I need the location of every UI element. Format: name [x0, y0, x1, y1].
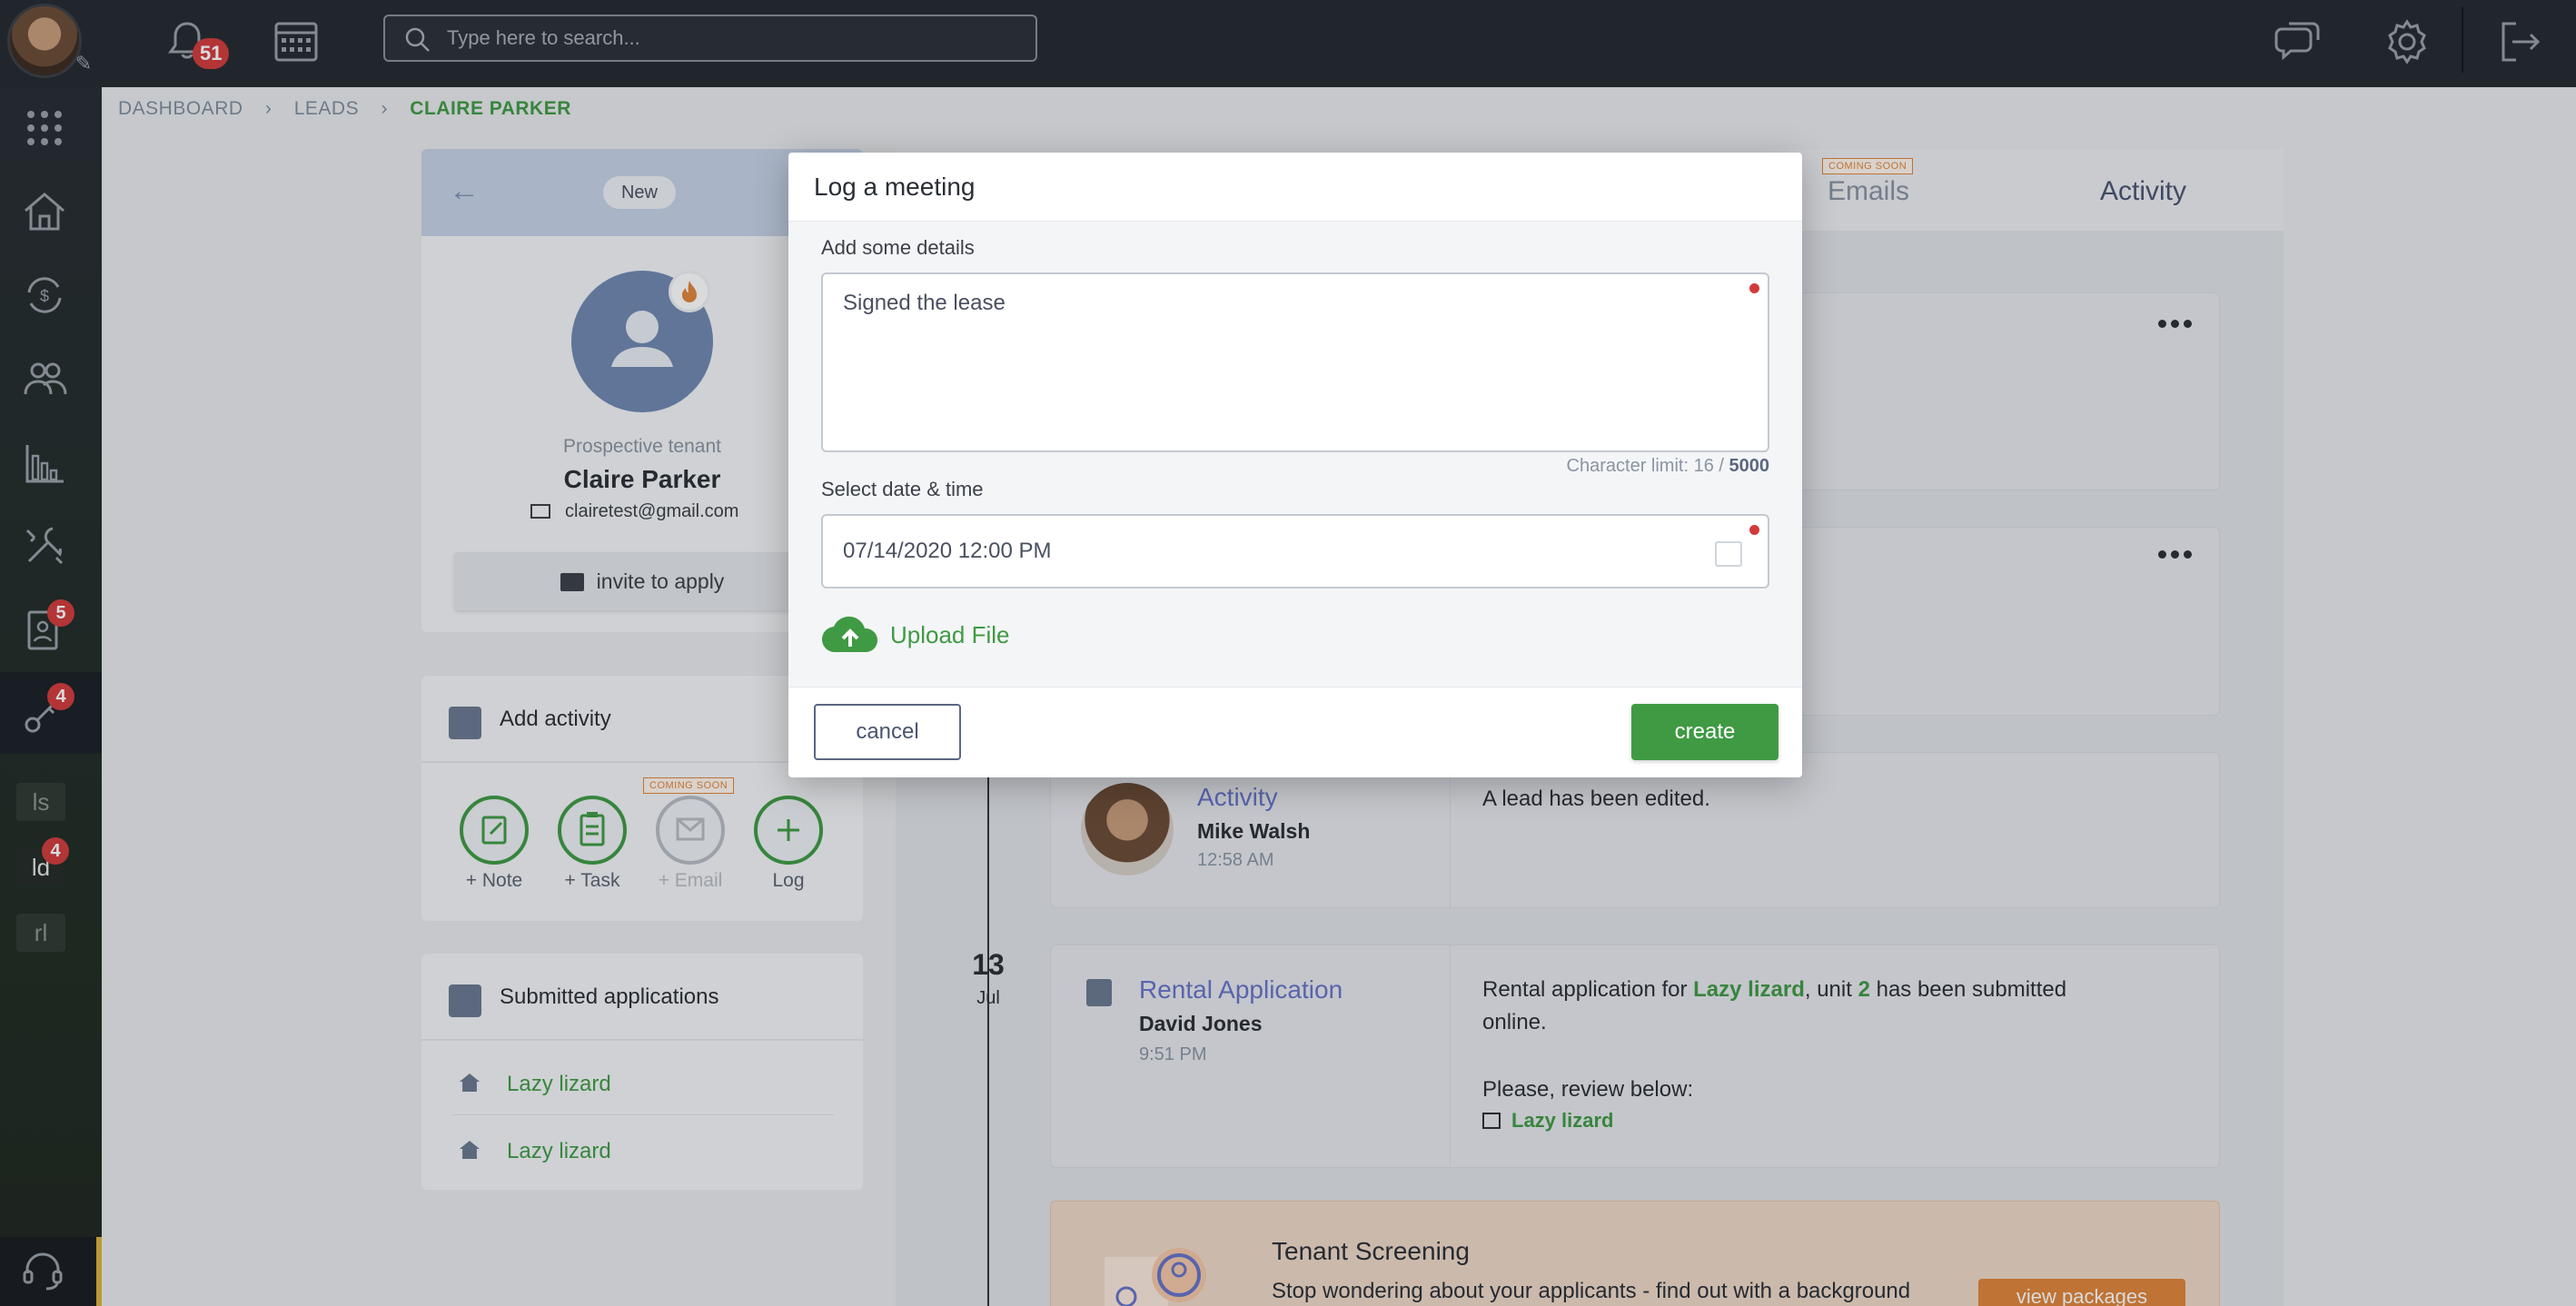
dialog-title: Log a meeting — [814, 173, 976, 201]
char-limit-max: 5000 — [1729, 456, 1770, 476]
log-meeting-dialog: Log a meeting Add some details Signed th… — [788, 153, 1802, 777]
details-label: Add some details — [821, 236, 975, 259]
date-time-input[interactable] — [821, 514, 1769, 589]
upload-file-label: Upload File — [890, 621, 1010, 648]
dialog-footer: cancel create — [788, 687, 1802, 777]
character-limit: Character limit: 16 / 5000 — [1567, 456, 1769, 477]
required-indicator — [1749, 283, 1759, 293]
details-textarea[interactable]: Signed the lease — [821, 272, 1769, 452]
dialog-header: Log a meeting — [788, 153, 1802, 222]
dialog-body: Add some details Signed the lease Charac… — [788, 222, 1802, 687]
char-limit-text: Character limit: 16 / — [1566, 456, 1729, 476]
create-button[interactable]: create — [1631, 704, 1778, 760]
cloud-upload-icon — [821, 616, 878, 653]
required-indicator — [1749, 525, 1759, 535]
cancel-button[interactable]: cancel — [814, 704, 961, 760]
calendar-icon[interactable] — [1715, 541, 1742, 567]
date-label: Select date & time — [821, 478, 984, 500]
